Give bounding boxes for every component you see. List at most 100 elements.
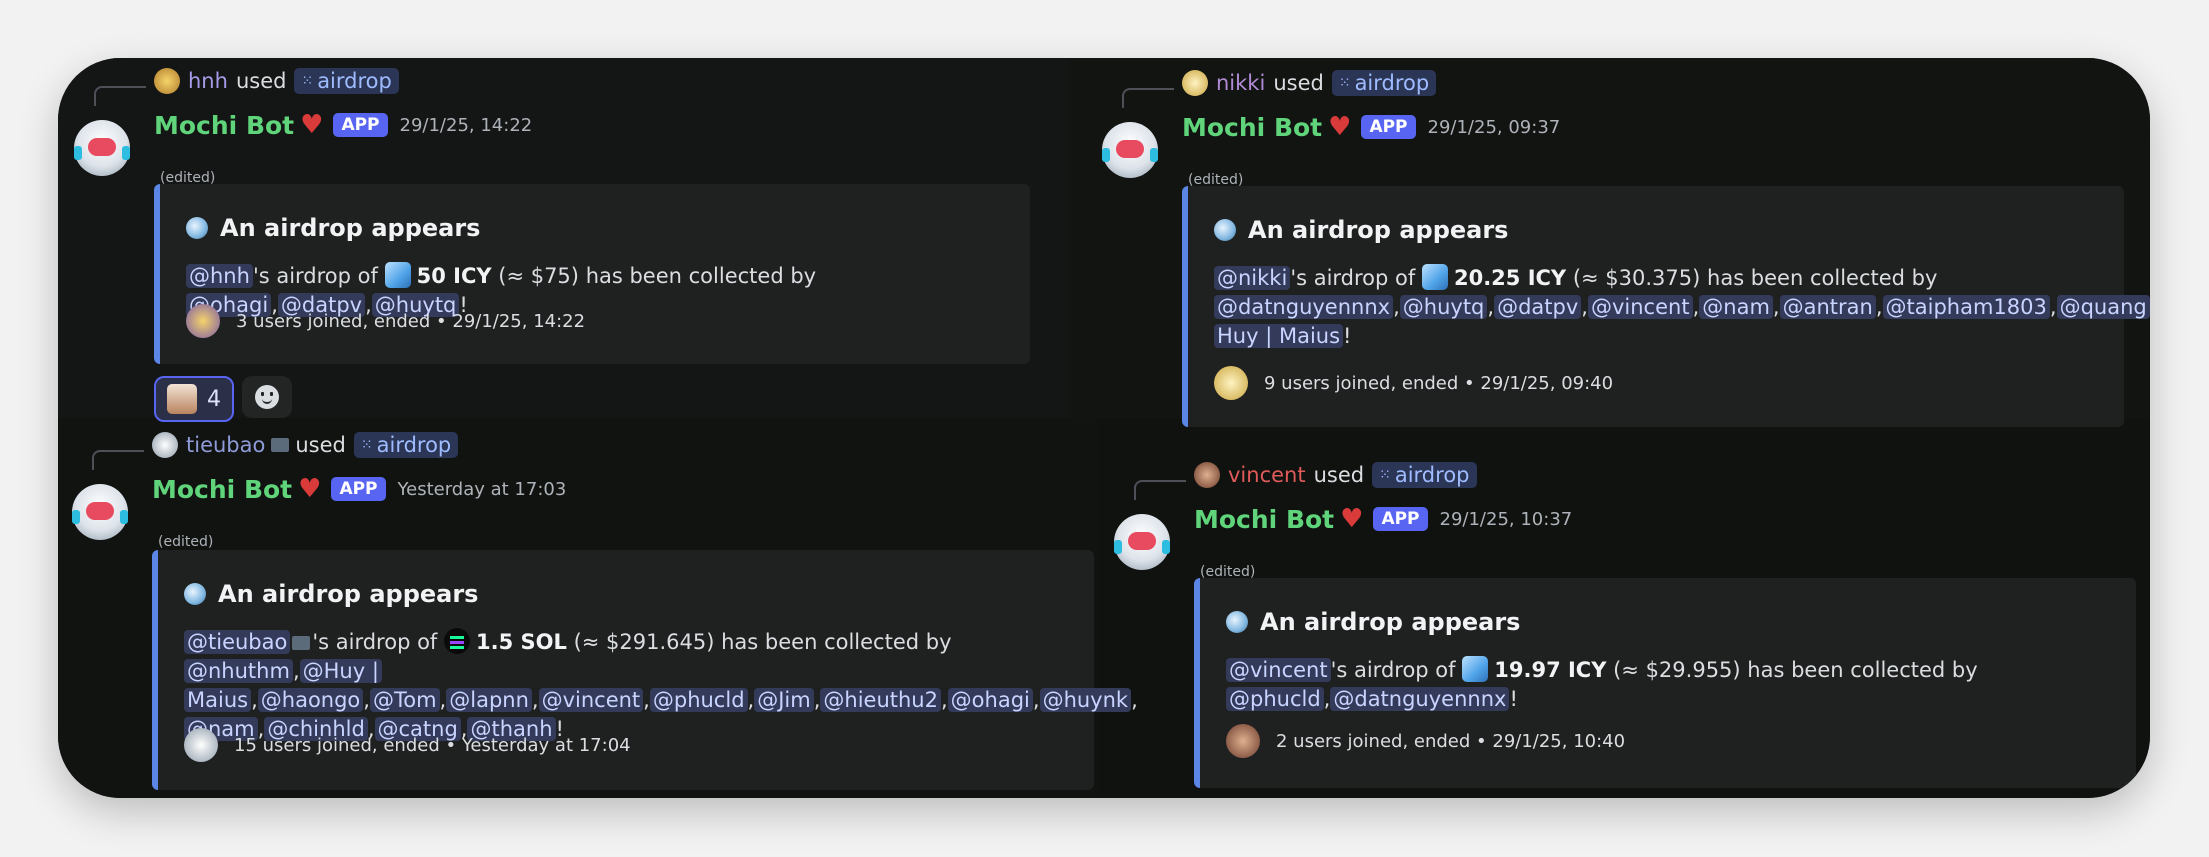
- embed-title: An airdrop appears: [186, 214, 480, 242]
- smiley-icon: [255, 385, 279, 409]
- user-avatar[interactable]: [1182, 70, 1208, 96]
- usd-value: (≈ $75): [498, 264, 579, 288]
- mention[interactable]: @phucld: [649, 688, 748, 712]
- command-chip[interactable]: ⁙ airdrop: [1372, 462, 1477, 488]
- mention[interactable]: Huy | Maius: [1214, 324, 1344, 348]
- icy-coin-icon: [384, 262, 411, 288]
- airdrop-icon: [1214, 219, 1236, 241]
- reply-reference[interactable]: nikki used ⁙ airdrop: [1182, 68, 1437, 98]
- used-label: used: [295, 433, 346, 457]
- reply-username[interactable]: vincent: [1228, 463, 1306, 487]
- embed-description: @tieubao 's airdrop of 1.5 SOL (≈ $291.64…: [184, 628, 1138, 744]
- embed-footer: 2 users joined, ended • 29/1/25, 10:40: [1226, 724, 1625, 758]
- timestamp[interactable]: 29/1/25, 10:37: [1440, 509, 1573, 530]
- mention[interactable]: @lapnn: [446, 688, 532, 712]
- mention[interactable]: @Jim: [754, 688, 814, 712]
- timestamp[interactable]: 29/1/25, 09:37: [1428, 117, 1561, 138]
- mention[interactable]: @nikki: [1214, 266, 1291, 290]
- mention[interactable]: @vincent: [1587, 295, 1693, 319]
- bot-avatar[interactable]: [72, 484, 128, 540]
- reaction-button[interactable]: 4: [154, 376, 234, 422]
- mention[interactable]: @antran: [1779, 295, 1876, 319]
- text-collected: has been collected by: [585, 264, 817, 288]
- message-header: Mochi Bot ♥ APP 29/1/25, 14:22: [154, 110, 532, 140]
- bot-avatar[interactable]: [1114, 514, 1170, 570]
- mention[interactable]: @datnguyennnx: [1330, 687, 1510, 711]
- text-collected: has been collected by: [721, 630, 952, 654]
- sep: ,: [1032, 688, 1040, 712]
- user-avatar[interactable]: [154, 68, 180, 94]
- command-chip[interactable]: ⁙ airdrop: [1331, 70, 1437, 96]
- text-possessive: 's airdrop of: [312, 630, 438, 654]
- reply-reference[interactable]: hnh used ⁙ airdrop: [154, 66, 399, 96]
- mention[interactable]: @huytq: [1399, 295, 1488, 319]
- mention[interactable]: @taipham1803: [1882, 295, 2050, 319]
- sep: ,: [363, 688, 370, 712]
- mention[interactable]: @tieubao: [184, 630, 291, 654]
- command-chip[interactable]: ⁙ airdrop: [353, 432, 459, 458]
- app-badge: APP: [1373, 507, 1428, 531]
- text-collected: has been collected by: [1747, 658, 1978, 682]
- mention[interactable]: @vincent: [538, 688, 644, 712]
- mention[interactable]: @huynk: [1039, 688, 1132, 712]
- reply-connector: [92, 450, 144, 470]
- reply-username[interactable]: hnh: [188, 69, 228, 93]
- mention[interactable]: @hieuthu2: [820, 688, 941, 712]
- footer-avatar: [184, 728, 218, 762]
- reactions-bar: 4: [154, 376, 292, 422]
- bot-avatar[interactable]: [74, 120, 130, 176]
- mention[interactable]: @ohagi: [947, 688, 1033, 712]
- add-reaction-button[interactable]: [242, 376, 292, 418]
- bot-name[interactable]: Mochi Bot: [1194, 505, 1334, 534]
- amount: 19.97 ICY: [1494, 658, 1607, 682]
- command-chip[interactable]: ⁙ airdrop: [294, 68, 399, 94]
- footer-text: 15 users joined, ended • Yesterday at 17…: [234, 734, 631, 756]
- mention[interactable]: @quang: [2056, 295, 2150, 319]
- bot-name[interactable]: Mochi Bot: [1182, 113, 1322, 142]
- embed-footer: 3 users joined, ended • 29/1/25, 14:22: [186, 304, 585, 338]
- amount: 1.5 SOL: [476, 630, 567, 654]
- monitor-icon: [292, 636, 311, 650]
- bot-avatar[interactable]: [1102, 122, 1158, 178]
- embed-description: @vincent's airdrop of 19.97 ICY (≈ $29.9…: [1226, 656, 2126, 714]
- footer-avatar: [186, 304, 220, 338]
- mention[interactable]: @vincent: [1226, 658, 1331, 682]
- sep: ,: [1581, 295, 1588, 319]
- footer-avatar: [1226, 724, 1260, 758]
- mention[interactable]: @phucld: [1226, 687, 1324, 711]
- user-avatar[interactable]: [1194, 462, 1220, 488]
- bot-name[interactable]: Mochi Bot: [152, 475, 292, 504]
- command-label: airdrop: [376, 433, 452, 457]
- mention[interactable]: @datnguyennnx: [1214, 295, 1394, 319]
- heart-icon: ♥: [1328, 112, 1352, 142]
- heart-icon: ♥: [1340, 504, 1364, 534]
- footer-text: 3 users joined, ended • 29/1/25, 14:22: [236, 310, 586, 332]
- amount: 20.25 ICY: [1453, 266, 1567, 290]
- embed-title-text: An airdrop appears: [1248, 216, 1509, 244]
- footer-text: 2 users joined, ended • 29/1/25, 10:40: [1276, 730, 1626, 752]
- bot-name[interactable]: Mochi Bot: [154, 111, 294, 140]
- mention[interactable]: @hnh: [186, 264, 253, 288]
- timestamp[interactable]: 29/1/25, 14:22: [400, 115, 533, 136]
- mention[interactable]: @nhuthm: [184, 659, 293, 683]
- timestamp[interactable]: Yesterday at 17:03: [398, 479, 567, 500]
- mention[interactable]: Maius: [184, 688, 252, 712]
- command-label: airdrop: [1354, 71, 1430, 95]
- reply-username[interactable]: tieubao: [186, 433, 265, 457]
- reply-connector: [94, 86, 146, 106]
- sep: ,: [251, 688, 258, 712]
- mention[interactable]: @Tom: [369, 688, 440, 712]
- mention[interactable]: @haongo: [257, 688, 364, 712]
- command-label: airdrop: [317, 69, 392, 93]
- reply-reference[interactable]: vincent used ⁙ airdrop: [1194, 460, 1477, 490]
- chat-window: hnh used ⁙ airdrop Mochi Bot ♥ APP 29/1/2…: [58, 58, 2150, 798]
- mention[interactable]: @nam: [1699, 295, 1773, 319]
- sep: ,: [1393, 295, 1400, 319]
- user-avatar[interactable]: [152, 432, 178, 458]
- reply-reference[interactable]: tieubao used ⁙ airdrop: [152, 430, 459, 460]
- message-nikki: nikki used ⁙ airdrop Mochi Bot ♥ APP 29/1…: [1102, 68, 2150, 427]
- mention[interactable]: @datpv: [1494, 295, 1582, 319]
- command-icon: ⁙: [1338, 75, 1351, 91]
- reply-username[interactable]: nikki: [1216, 71, 1265, 95]
- mention[interactable]: @Huy |: [299, 659, 382, 683]
